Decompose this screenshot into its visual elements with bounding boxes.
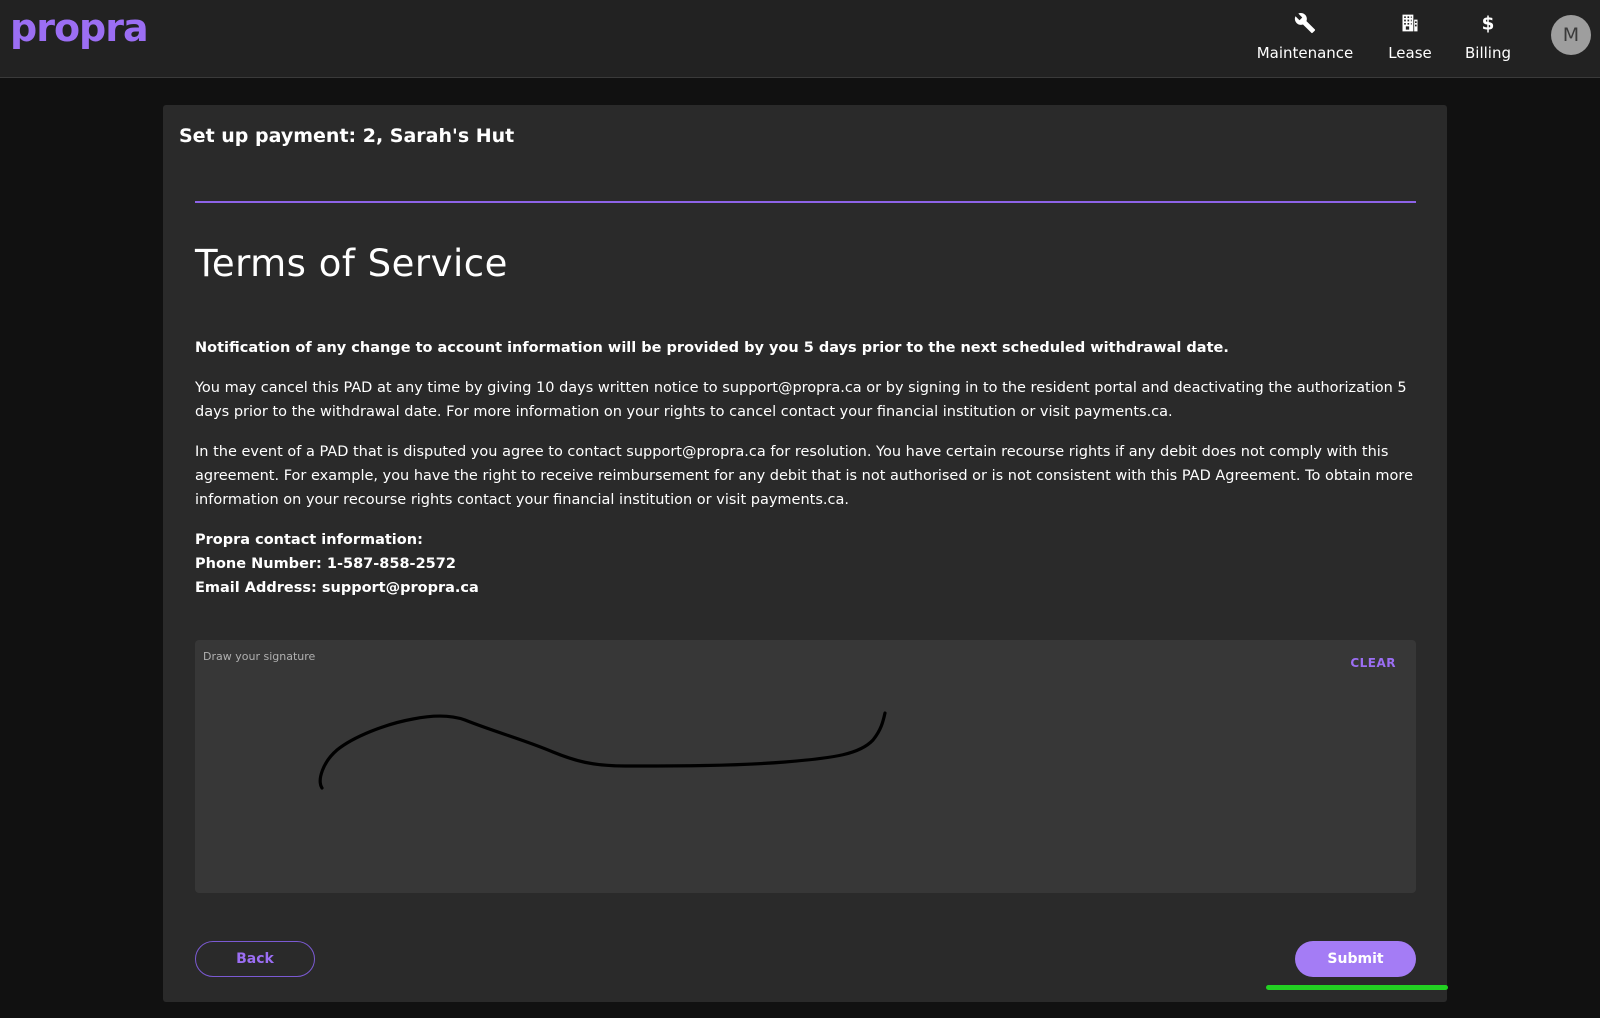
signature-stroke	[318, 711, 887, 790]
building-icon	[1400, 10, 1420, 36]
wrench-icon	[1294, 10, 1316, 36]
dollar-icon: $	[1480, 10, 1496, 36]
divider	[195, 201, 1416, 203]
nav-lease-label: Lease	[1388, 44, 1432, 62]
contact-phone: Phone Number: 1-587-858-2572	[195, 556, 456, 572]
payment-setup-card: Set up payment: 2, Sarah's Hut Terms of …	[163, 105, 1447, 1002]
user-avatar[interactable]: M	[1551, 15, 1591, 55]
nav-maintenance-label: Maintenance	[1256, 44, 1354, 62]
contact-heading: Propra contact information:	[195, 532, 423, 548]
terms-paragraph: Notification of any change to account in…	[195, 340, 1229, 356]
signature-pad[interactable]: Draw your signature CLEAR	[195, 640, 1416, 893]
nav-billing[interactable]: $ Billing	[1460, 10, 1516, 62]
submit-button[interactable]: Submit	[1295, 941, 1416, 977]
clear-signature-button[interactable]: CLEAR	[1350, 656, 1396, 670]
top-nav-bar: propra Maintenance Lease $ Billing M	[0, 0, 1600, 78]
svg-text:$: $	[1482, 13, 1495, 34]
terms-body: Notification of any change to account in…	[195, 336, 1420, 600]
back-button[interactable]: Back	[195, 941, 315, 977]
terms-heading: Terms of Service	[195, 242, 508, 285]
nav-billing-label: Billing	[1465, 44, 1511, 62]
nav-lease[interactable]: Lease	[1380, 10, 1440, 62]
page-title: Set up payment: 2, Sarah's Hut	[179, 125, 515, 147]
contact-email: Email Address: support@propra.ca	[195, 580, 479, 596]
signature-label: Draw your signature	[203, 650, 316, 663]
focus-indicator	[1266, 985, 1448, 990]
propra-logo[interactable]: propra	[10, 6, 149, 50]
terms-paragraph: You may cancel this PAD at any time by g…	[195, 380, 1407, 420]
nav-maintenance[interactable]: Maintenance	[1254, 10, 1356, 62]
terms-paragraph: In the event of a PAD that is disputed y…	[195, 444, 1413, 508]
